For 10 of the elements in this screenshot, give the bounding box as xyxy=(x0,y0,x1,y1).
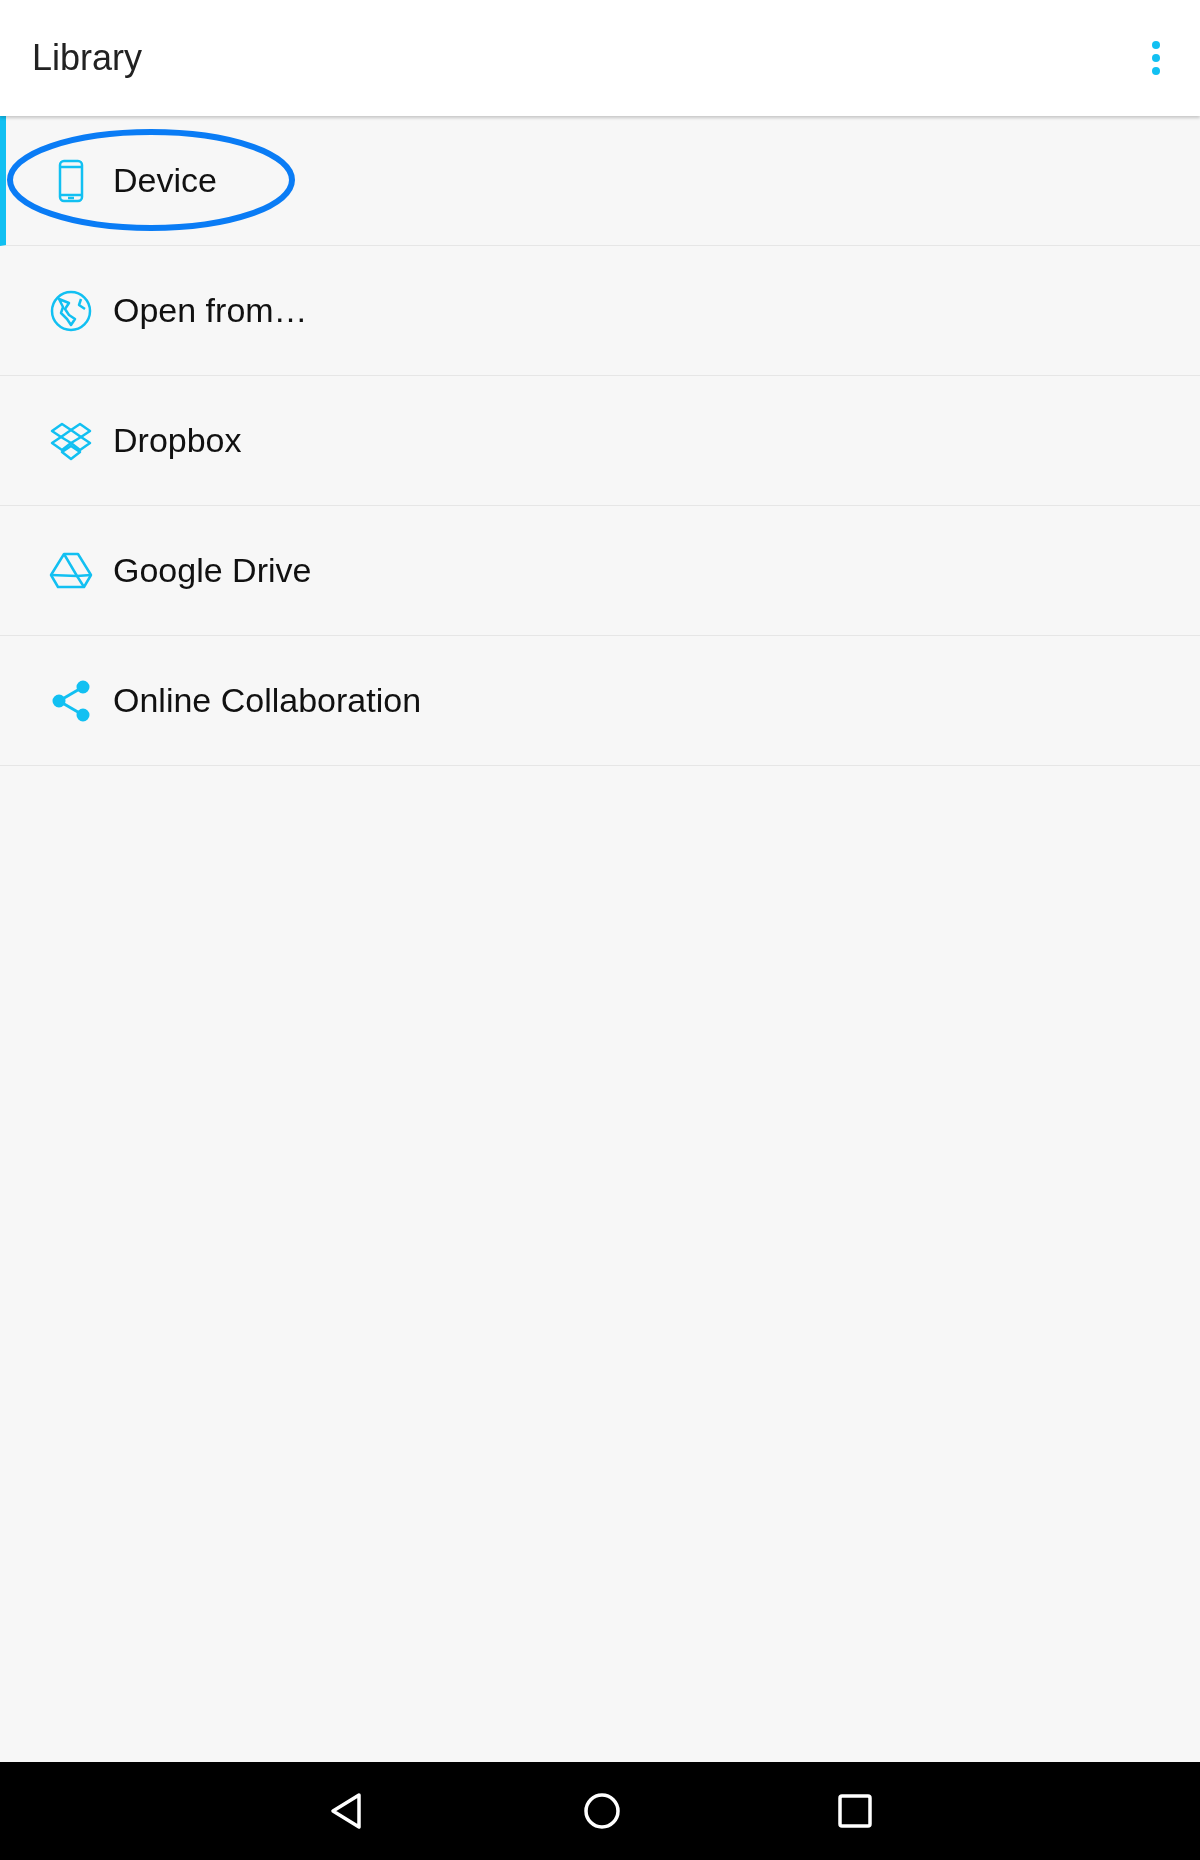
library-item[interactable]: Open from… xyxy=(0,246,1200,376)
app-title: Library xyxy=(32,37,143,79)
library-item[interactable]: Device xyxy=(0,116,1200,246)
home-button[interactable] xyxy=(582,1791,622,1831)
more-vertical-icon xyxy=(1152,41,1160,75)
globe-icon xyxy=(49,288,93,333)
library-item[interactable]: Dropbox xyxy=(0,376,1200,506)
library-item[interactable]: Google Drive xyxy=(0,506,1200,636)
library-item[interactable]: Online Collaboration xyxy=(0,636,1200,766)
recents-button[interactable] xyxy=(837,1793,873,1829)
